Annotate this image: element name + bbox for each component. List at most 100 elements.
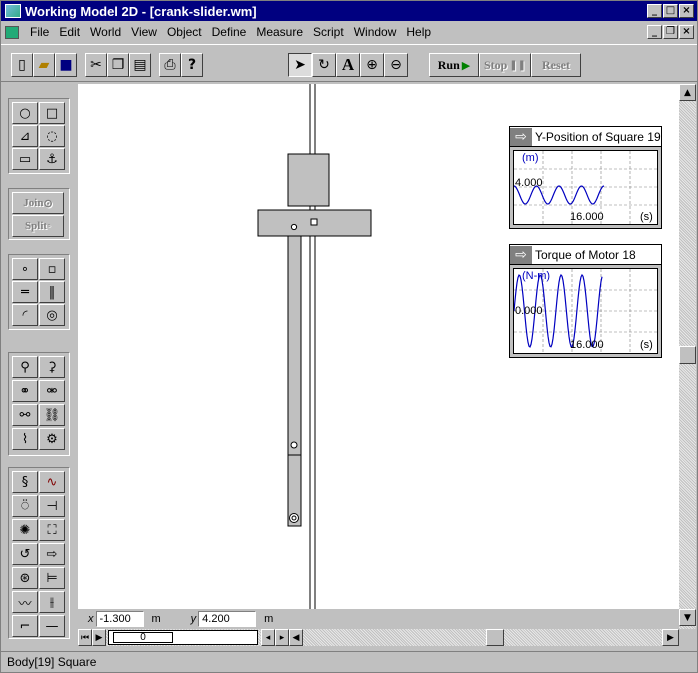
copy-button[interactable]: ❐ [107,53,129,77]
separator-tool[interactable]: ⫲ [39,591,65,613]
new-file-button[interactable]: ▯ [11,53,33,77]
cut-button[interactable]: ✂ [85,53,107,77]
app-icon[interactable] [5,4,21,18]
rod-tool[interactable]: ⌐ [12,615,38,637]
join-button[interactable]: Join ⊙ [12,192,64,214]
menu-view[interactable]: View [126,25,162,39]
doc-minimize-button[interactable]: _ [647,25,662,39]
scroll-down-button[interactable]: ▼ [679,609,696,626]
tape-play-button[interactable]: ▸ [275,629,289,646]
polygon-tool[interactable]: ⊿ [12,125,38,147]
keyed-slot-joint-tool[interactable]: ⚮ [39,380,65,402]
pin-joint-tool[interactable]: ⚲ [12,356,38,378]
vertical-scrollbar[interactable]: ▲ ▼ [679,84,696,629]
doc-restore-button[interactable]: ❐ [663,25,678,39]
triangle-up-icon: ▲ [684,87,691,98]
tape-back-button[interactable]: ◂ [261,629,275,646]
help-button[interactable]: ? [181,53,203,77]
slot-joint-tool[interactable]: ⚭ [12,380,38,402]
slot-joint-point[interactable] [310,218,318,226]
simulation-workspace[interactable]: ⇨ Y-Position of Square 19 (m) 4.000 16.0… [78,84,679,609]
curved-slot-joint-tool[interactable]: ⚯ [12,404,38,426]
menu-window[interactable]: Window [349,25,402,39]
scroll-right-button[interactable]: ▶ [662,629,679,646]
pin-joint-point[interactable] [290,223,298,231]
print-button[interactable]: ⎙ [159,53,181,77]
keyed-slot-tool[interactable]: ◎ [39,304,65,326]
vertical-scroll-thumb[interactable] [679,346,696,364]
spring-joint-tool[interactable]: ⌇ [12,428,38,450]
rotational-spring-tool[interactable]: § [12,471,38,493]
close-button[interactable]: × [679,4,694,18]
menu-script[interactable]: Script [308,25,349,39]
horizontal-scrollbar[interactable]: ⏮ ▶ 0 ◂ ▸ ◀ ▶ [78,629,679,646]
tape-start-button[interactable]: ⏮ [78,629,92,646]
reset-button[interactable]: Reset [531,53,581,77]
square-point-tool[interactable]: ▫ [39,258,65,280]
slot-tool[interactable]: ▭ [12,148,38,170]
maximize-button[interactable]: □ [663,4,678,18]
rectangle-tool[interactable]: □ [39,102,65,124]
menu-file[interactable]: File [25,25,54,39]
zoom-in-button[interactable]: ⊕ [360,53,384,77]
menu-measure[interactable]: Measure [251,25,308,39]
rod-joint-point[interactable] [290,441,298,449]
anchor-tool[interactable]: ⚓ [39,148,65,170]
line-tool[interactable]: — [39,615,65,637]
menu-object[interactable]: Object [162,25,207,39]
spring-tool[interactable]: ∿ [39,471,65,493]
rope-tool[interactable]: 〰 [12,591,38,613]
pointer-tool[interactable]: ➤ [288,53,312,77]
save-button[interactable]: ■ [55,53,77,77]
horizontal-scroll-thumb[interactable] [486,629,504,646]
title-bar[interactable]: Working Model 2D - [crank-slider.wm] _ □… [1,1,697,21]
scroll-left-button[interactable]: ◀ [289,629,303,646]
menu-world[interactable]: World [85,25,126,39]
curved-body-tool[interactable]: ◌ [39,125,65,147]
horizontal-slot-tool[interactable]: ═ [12,281,38,303]
rotate-tool[interactable]: ↻ [312,53,336,77]
point-tool[interactable]: ∘ [12,258,38,280]
rotational-damper-tool[interactable]: ⍥ [12,495,38,517]
motor-tool[interactable]: ⊛ [12,567,38,589]
rigid-joint-tool[interactable]: ⚳ [39,356,65,378]
torque-tool[interactable]: ↺ [12,543,38,565]
pulley-tool[interactable]: ⛶ [39,519,65,541]
y-coord-field[interactable]: 4.200 [198,611,257,627]
tape-step-button[interactable]: ▶ [92,629,106,646]
vertical-slot-tool[interactable]: ‖ [39,281,65,303]
arrow-right-icon[interactable]: ⇨ [510,127,532,146]
menu-edit[interactable]: Edit [54,25,85,39]
rod-end-joint[interactable] [289,513,299,523]
damper-tool[interactable]: ⊣ [39,495,65,517]
run-button[interactable]: Run ▶ [429,53,479,77]
square-body[interactable] [287,153,330,207]
force-tool[interactable]: ⇨ [39,543,65,565]
meter-header[interactable]: ⇨ Y-Position of Square 19 [510,127,661,147]
gear-joint-tool[interactable]: ⚙ [39,428,65,450]
stop-button[interactable]: Stop ❚❚ [479,53,531,77]
arrow-right-icon[interactable]: ⇨ [510,245,532,264]
open-file-button[interactable]: ▰ [33,53,55,77]
split-button[interactable]: Split ◦ [12,215,64,237]
circle-tool[interactable]: ○ [12,102,38,124]
scroll-up-button[interactable]: ▲ [679,84,696,101]
crank-rod[interactable] [287,235,302,527]
menu-help[interactable]: Help [401,25,436,39]
curved-slot-tool[interactable]: ◜ [12,304,38,326]
meter-torque[interactable]: ⇨ Torque of Motor 18 (N-m) 0.000 16.000 … [509,244,662,358]
x-coord-field[interactable]: -1.300 [95,611,144,627]
document-icon[interactable] [5,25,19,39]
actuator-tool[interactable]: ⊨ [39,567,65,589]
meter-header[interactable]: ⇨ Torque of Motor 18 [510,245,661,265]
meter-y-position[interactable]: ⇨ Y-Position of Square 19 (m) 4.000 16.0… [509,126,662,229]
menu-define[interactable]: Define [207,25,252,39]
curved-keyed-joint-tool[interactable]: ⛓ [39,404,65,426]
minimize-button[interactable]: _ [647,4,662,18]
paste-button[interactable]: ▤ [129,53,151,77]
doc-close-button[interactable]: × [679,25,694,39]
zoom-out-button[interactable]: ⊖ [384,53,408,77]
tape-track[interactable]: 0 [108,630,258,645]
text-tool[interactable]: A [336,53,360,77]
gear-tool[interactable]: ✺ [12,519,38,541]
